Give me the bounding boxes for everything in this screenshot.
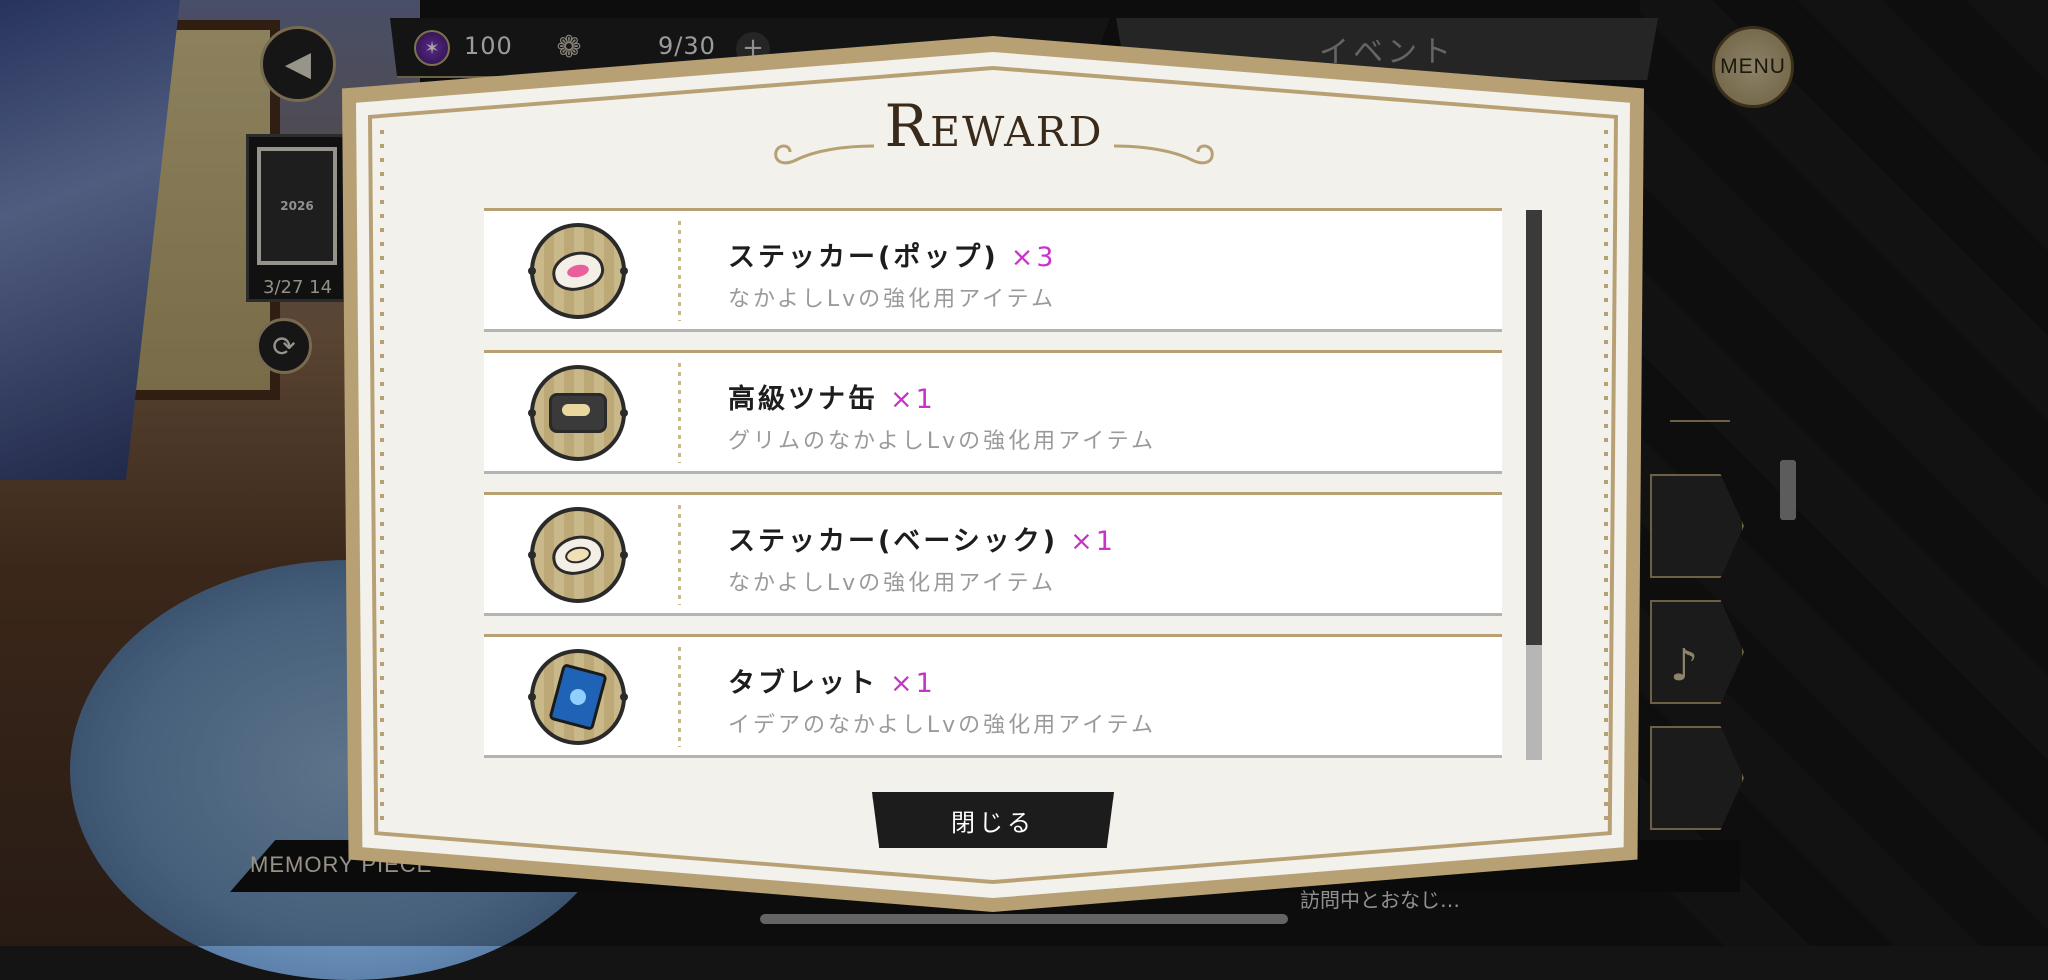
reward-item: ステッカー(ベーシック) ×1 なかよしLvの強化用アイテム xyxy=(484,492,1502,616)
dotted-border-right xyxy=(1604,130,1608,820)
sticker-basic-icon xyxy=(534,511,622,599)
item-separator xyxy=(678,647,681,747)
sticker-pop-icon xyxy=(534,227,622,315)
dotted-border-left xyxy=(380,130,384,820)
item-quantity: ×3 xyxy=(1010,242,1057,273)
item-description: グリムのなかよしLvの強化用アイテム xyxy=(728,429,1156,454)
item-name: ステッカー(ポップ) ×3 xyxy=(728,242,1057,273)
flourish-right-ornament xyxy=(1113,144,1214,165)
scrollbar-thumb[interactable] xyxy=(1526,210,1542,645)
item-name: 高級ツナ缶 ×1 xyxy=(728,384,936,415)
reward-item: 高級ツナ缶 ×1 グリムのなかよしLvの強化用アイテム xyxy=(484,350,1502,474)
item-description: なかよしLvの強化用アイテム xyxy=(728,571,1056,596)
reward-item: タブレット ×1 イデアのなかよしLvの強化用アイテム xyxy=(484,634,1502,758)
reward-list[interactable]: ステッカー(ポップ) ×3 なかよしLvの強化用アイテム 高級ツナ缶 ×1 グリムの… xyxy=(484,208,1502,760)
item-icon-frame xyxy=(528,223,628,319)
close-button[interactable]: 閉じる xyxy=(872,792,1114,848)
item-name: ステッカー(ベーシック) ×1 xyxy=(728,526,1116,557)
item-quantity: ×1 xyxy=(890,668,936,699)
item-separator xyxy=(678,505,681,605)
tuna-can-icon xyxy=(534,369,622,457)
item-description: なかよしLvの強化用アイテム xyxy=(728,287,1056,312)
item-separator xyxy=(678,221,681,321)
reward-item: ステッカー(ポップ) ×3 なかよしLvの強化用アイテム xyxy=(484,208,1502,332)
item-separator xyxy=(678,363,681,463)
tablet-icon xyxy=(534,653,622,741)
item-quantity: ×1 xyxy=(890,384,936,415)
item-name: タブレット ×1 xyxy=(728,668,936,699)
item-description: イデアのなかよしLvの強化用アイテム xyxy=(728,713,1156,738)
item-icon-frame xyxy=(528,365,628,461)
item-icon-frame xyxy=(528,649,628,745)
item-icon-frame xyxy=(528,507,628,603)
item-quantity: ×1 xyxy=(1070,526,1116,557)
home-indicator[interactable] xyxy=(760,914,1288,924)
